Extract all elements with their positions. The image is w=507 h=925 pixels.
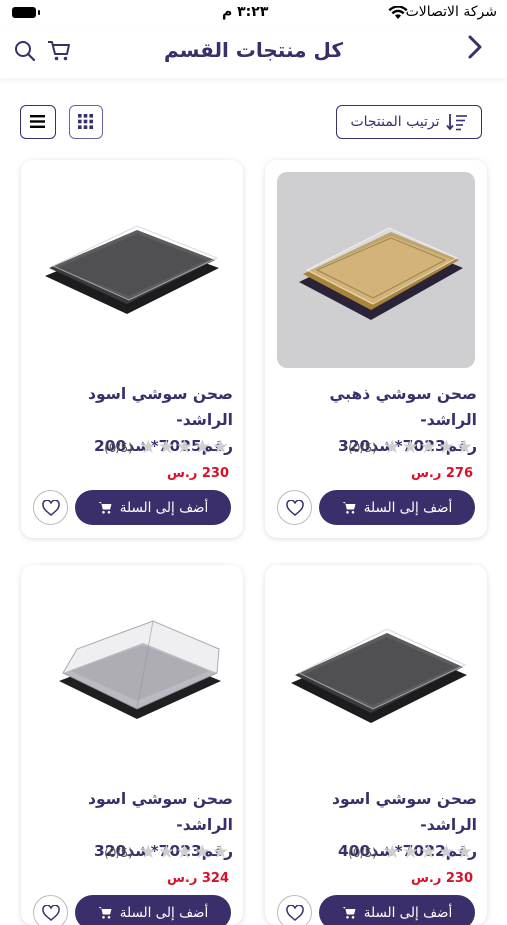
star-icon: ★	[419, 841, 437, 863]
star-icon: ★	[211, 436, 229, 458]
star-icon: ★	[401, 841, 419, 863]
product-rating: ★ ★ ★ ★ ★ (0/5)	[348, 843, 473, 862]
sort-label: ترتيب المنتجات	[350, 114, 440, 130]
star-icon: ★	[211, 841, 229, 863]
cart-icon	[342, 907, 356, 919]
add-to-cart-button[interactable]: أضف إلى السلة	[75, 490, 231, 525]
star-icon: ★	[455, 436, 473, 458]
rating-count: (0/5)	[348, 440, 377, 455]
star-icon: ★	[193, 436, 211, 458]
star-icon: ★	[437, 436, 455, 458]
add-to-cart-label: أضف إلى السلة	[363, 499, 453, 516]
grid-view-button[interactable]	[69, 105, 103, 139]
star-icon: ★	[157, 436, 175, 458]
cart-icon	[98, 502, 112, 514]
status-time: ٣:٢٣ م	[222, 4, 269, 20]
star-icon: ★	[139, 841, 157, 863]
star-icon: ★	[193, 841, 211, 863]
grid-view-icon	[78, 114, 93, 129]
star-icon: ★	[437, 841, 455, 863]
list-view-icon	[30, 115, 45, 128]
back-chevron-icon[interactable]	[464, 33, 486, 65]
page-title: كل منتجات القسم	[164, 38, 343, 62]
add-to-cart-label: أضف إلى السلة	[119, 499, 209, 516]
product-price: 230 ر.س	[410, 871, 473, 886]
battery-icon	[12, 7, 40, 18]
heart-icon	[285, 904, 304, 921]
star-icon: ★	[419, 436, 437, 458]
add-to-cart-button[interactable]: أضف إلى السلة	[319, 490, 475, 525]
list-view-button[interactable]	[20, 105, 56, 139]
rating-count: (0/5)	[104, 845, 133, 860]
product-price: 324 ر.س	[166, 871, 229, 886]
favorite-button[interactable]	[277, 490, 312, 525]
add-to-cart-label: أضف إلى السلة	[119, 904, 209, 921]
sort-products-button[interactable]: ترتيب المنتجات	[336, 105, 482, 139]
product-rating: ★ ★ ★ ★ ★ (0/5)	[104, 843, 229, 862]
product-rating: ★ ★ ★ ★ ★ (0/5)	[104, 438, 229, 457]
star-icon: ★	[139, 436, 157, 458]
product-image[interactable]	[33, 577, 231, 773]
add-to-cart-label: أضف إلى السلة	[363, 904, 453, 921]
heart-icon	[41, 499, 60, 516]
product-card[interactable]: صحن سوشي اسود الراشد- رقم7025*شد200 ★ ★ ★ ★…	[21, 160, 243, 538]
product-price: 230 ر.س	[166, 466, 229, 481]
heart-icon	[285, 499, 304, 516]
rating-count: (0/5)	[104, 440, 133, 455]
favorite-button[interactable]	[33, 490, 68, 525]
product-card[interactable]: صحن سوشي اسود الراشد- رقم7022*شد400 ★ ★ ★ ★…	[265, 565, 487, 925]
star-icon: ★	[401, 436, 419, 458]
star-icon: ★	[383, 436, 401, 458]
product-price: 276 ر.س	[410, 466, 473, 481]
status-bar: ٣:٢٣ م شركة الاتصالات	[0, 0, 507, 28]
star-icon: ★	[383, 841, 401, 863]
star-icon: ★	[455, 841, 473, 863]
product-image[interactable]	[277, 577, 475, 773]
cart-icon	[342, 502, 356, 514]
carrier-name: شركة الاتصالات	[405, 4, 497, 20]
product-card[interactable]: صحن سوشي اسود الراشد- رقم7023*شد320 ★ ★ ★ ★…	[21, 565, 243, 925]
heart-icon	[41, 904, 60, 921]
star-icon: ★	[175, 436, 193, 458]
product-card[interactable]: صحن سوشي ذهبي الراشد- رقم7023*شد320 ★ ★ ★ ★…	[265, 160, 487, 538]
rating-count: (0/5)	[348, 845, 377, 860]
product-rating: ★ ★ ★ ★ ★ (0/5)	[348, 438, 473, 457]
cart-icon	[98, 907, 112, 919]
product-image[interactable]	[33, 172, 231, 368]
navigation-bar: كل منتجات القسم	[0, 28, 507, 78]
star-icon: ★	[157, 841, 175, 863]
product-image[interactable]	[277, 172, 475, 368]
star-icon: ★	[175, 841, 193, 863]
sort-icon	[445, 114, 467, 131]
